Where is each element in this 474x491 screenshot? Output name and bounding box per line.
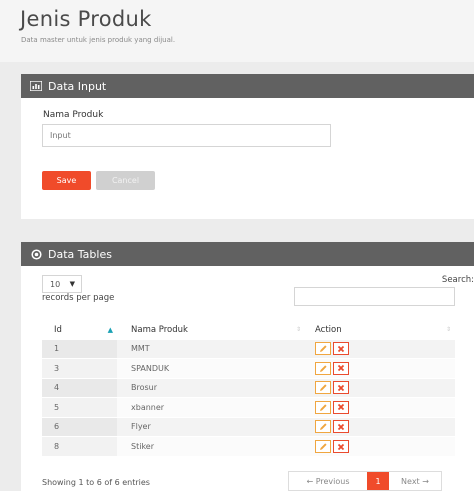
nama-produk-input[interactable]	[42, 124, 331, 147]
delete-button[interactable]	[333, 342, 349, 356]
records-per-page-label: records per page	[42, 293, 115, 303]
pencil-icon	[319, 365, 327, 372]
edit-button[interactable]	[315, 440, 331, 453]
table-row: 1 MMT	[42, 338, 455, 359]
search-input[interactable]	[294, 287, 455, 306]
cell-action	[305, 436, 455, 456]
edit-button[interactable]	[315, 400, 331, 414]
data-input-panel: Data Input Nama Produk Save Cancel	[21, 74, 474, 219]
cancel-button[interactable]: Cancel	[96, 171, 155, 190]
circle-dot-icon	[29, 248, 43, 260]
close-icon	[337, 443, 345, 450]
previous-page-button[interactable]: ← Previous	[289, 472, 367, 490]
next-page-button[interactable]: Next →	[389, 472, 441, 490]
sort-asc-icon: ▲	[107, 326, 113, 334]
delete-button[interactable]	[333, 420, 349, 434]
cell-nama-produk: Flyer	[117, 416, 305, 437]
chart-icon	[29, 81, 43, 91]
caret-down-icon: ▼	[69, 280, 75, 288]
column-header-nama-produk[interactable]: Nama Produk ⇕	[117, 321, 305, 339]
product-table: Id ▲ Nama Produk ⇕ Action ⇕ 1 MMT 3 SPANDUK 4 Br…	[42, 321, 455, 456]
cell-nama-produk: Brosur	[117, 377, 305, 398]
page-subtitle: Data master untuk jenis produk yang diju…	[21, 36, 176, 44]
page-length-select[interactable]: 10 ▼	[42, 275, 82, 293]
cell-action	[305, 338, 455, 359]
table-header-row: Id ▲ Nama Produk ⇕ Action ⇕	[42, 321, 455, 339]
cell-nama-produk: SPANDUK	[117, 358, 305, 378]
cell-nama-produk: MMT	[117, 338, 305, 359]
table-row: 4 Brosur	[42, 377, 455, 398]
table-info: Showing 1 to 6 of 6 entries	[42, 478, 150, 487]
delete-button[interactable]	[333, 361, 349, 375]
sort-icon: ⇕	[445, 326, 451, 333]
close-icon	[337, 345, 345, 352]
delete-button[interactable]	[333, 400, 349, 414]
page-length-value: 10	[50, 279, 61, 289]
edit-button[interactable]	[315, 420, 331, 434]
close-icon	[337, 404, 345, 411]
cell-action	[305, 397, 455, 417]
edit-button[interactable]	[315, 361, 331, 375]
data-tables-panel-header: Data Tables	[21, 242, 474, 266]
cell-id: 8	[42, 436, 117, 456]
cell-action	[305, 377, 455, 398]
data-input-panel-title: Data Input	[48, 79, 107, 93]
table-row: 8 Stiker	[42, 436, 455, 456]
page-title: Jenis Produk	[20, 7, 152, 31]
pencil-icon	[319, 404, 327, 411]
edit-button[interactable]	[315, 342, 331, 356]
save-button[interactable]: Save	[42, 171, 91, 190]
data-input-panel-header: Data Input	[21, 74, 474, 98]
pagination: ← Previous 1 Next →	[288, 471, 442, 491]
close-icon	[337, 365, 345, 372]
pencil-icon	[319, 384, 327, 392]
page-header: Jenis Produk Data master untuk jenis pro…	[0, 0, 474, 62]
close-icon	[337, 384, 345, 391]
cell-nama-produk: xbanner	[117, 397, 305, 417]
cell-action	[305, 358, 455, 378]
delete-button[interactable]	[333, 440, 349, 453]
table-row: 5 xbanner	[42, 397, 455, 417]
nama-produk-label: Nama Produk	[43, 110, 104, 120]
column-header-id[interactable]: Id ▲	[42, 321, 117, 339]
cell-nama-produk: Stiker	[117, 436, 305, 456]
cell-action	[305, 416, 455, 437]
close-icon	[337, 423, 345, 430]
data-tables-panel-title: Data Tables	[48, 247, 112, 261]
data-tables-panel: Data Tables 10 ▼ records per page Search…	[21, 242, 474, 491]
cell-id: 3	[42, 358, 117, 378]
cell-id: 4	[42, 377, 117, 398]
pencil-icon	[319, 423, 327, 431]
cell-id: 1	[42, 338, 117, 359]
edit-button[interactable]	[315, 381, 331, 395]
search-label: Search:	[441, 275, 474, 285]
table-row: 3 SPANDUK	[42, 358, 455, 378]
delete-button[interactable]	[333, 381, 349, 395]
page-1-button[interactable]: 1	[367, 472, 389, 490]
sort-icon: ⇕	[295, 326, 301, 333]
cell-id: 6	[42, 416, 117, 437]
cell-id: 5	[42, 397, 117, 417]
column-header-action[interactable]: Action ⇕	[305, 321, 455, 339]
pencil-icon	[319, 345, 327, 353]
table-row: 6 Flyer	[42, 416, 455, 437]
pencil-icon	[319, 443, 327, 450]
